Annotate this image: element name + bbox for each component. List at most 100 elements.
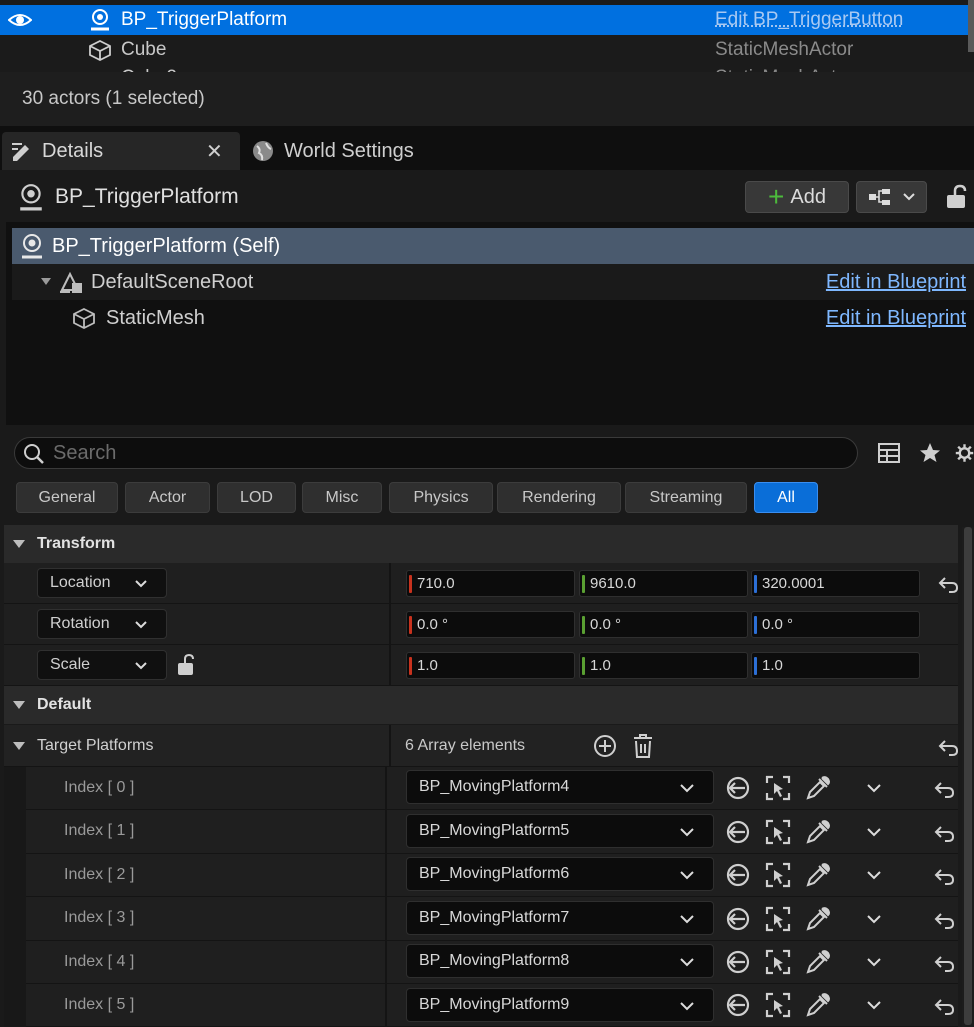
scale-x-field[interactable]: 1.0 (406, 652, 575, 679)
chevron-down-icon[interactable] (866, 914, 882, 924)
eyedropper-icon[interactable] (805, 949, 831, 975)
reset-to-default-icon[interactable] (937, 736, 959, 758)
blueprint-options-button[interactable] (856, 181, 927, 213)
rotation-mode-dropdown[interactable]: Rotation (37, 609, 167, 639)
browse-select-icon[interactable] (765, 819, 791, 845)
star-icon[interactable] (918, 441, 942, 465)
filter-all[interactable]: All (754, 482, 818, 513)
array-element-row: Index [ 4 ] BP_MovingPlatform8 (26, 941, 958, 984)
actor-name-field[interactable]: BP_TriggerPlatform (55, 185, 239, 209)
scrollbar-thumb[interactable] (964, 527, 972, 1025)
rotation-y-field[interactable]: 0.0 ° (579, 611, 748, 638)
filter-actor[interactable]: Actor (125, 482, 210, 513)
edit-in-blueprint-link[interactable]: Edit in Blueprint (826, 271, 966, 294)
chevron-down-icon[interactable] (866, 783, 882, 793)
use-selected-icon[interactable] (725, 775, 751, 801)
browse-select-icon[interactable] (765, 992, 791, 1018)
eyedropper-icon[interactable] (805, 862, 831, 888)
component-row-self[interactable]: BP_TriggerPlatform (Self) (12, 228, 974, 264)
chevron-down-icon[interactable] (866, 827, 882, 837)
eyedropper-icon[interactable] (805, 906, 831, 932)
value: 0.0 ° (417, 616, 449, 633)
selected-actor: BP_MovingPlatform4 (419, 778, 570, 795)
rotation-x-field[interactable]: 0.0 ° (406, 611, 575, 638)
filter-rendering[interactable]: Rendering (497, 482, 621, 513)
gear-icon[interactable] (955, 441, 974, 465)
location-z-field[interactable]: 320.0001 (751, 570, 920, 597)
use-selected-icon[interactable] (725, 862, 751, 888)
reset-to-default-icon[interactable] (933, 952, 955, 974)
scale-mode-dropdown[interactable]: Scale (37, 650, 167, 680)
location-mode-dropdown[interactable]: Location (37, 568, 167, 598)
reset-to-default-icon[interactable] (933, 822, 955, 844)
filter-lod[interactable]: LOD (217, 482, 296, 513)
component-row[interactable]: DefaultSceneRoot Edit in Blueprint (12, 264, 974, 300)
visibility-eye-icon[interactable] (8, 10, 32, 30)
rotation-z-field[interactable]: 0.0 ° (751, 611, 920, 638)
browse-select-icon[interactable] (765, 906, 791, 932)
reset-to-default-icon[interactable] (933, 865, 955, 887)
component-label: BP_TriggerPlatform (Self) (52, 234, 281, 257)
component-row[interactable]: StaticMesh Edit in Blueprint (12, 300, 974, 336)
filter-general[interactable]: General (16, 482, 118, 513)
reset-to-default-icon[interactable] (933, 778, 955, 800)
outliner-edit-link[interactable]: Edit BP_TriggerButton (715, 9, 903, 31)
section-transform[interactable]: Transform (4, 525, 958, 563)
reset-to-default-icon[interactable] (933, 909, 955, 931)
use-selected-icon[interactable] (725, 992, 751, 1018)
reset-to-default-icon[interactable] (937, 573, 959, 595)
tab-details[interactable]: Details ✕ (2, 132, 240, 170)
array-element-row: Index [ 5 ] BP_MovingPlatform9 (26, 984, 958, 1027)
unlock-icon[interactable] (176, 653, 198, 677)
actor-picker-dropdown[interactable]: BP_MovingPlatform4 (406, 770, 714, 804)
unlock-icon[interactable] (945, 184, 967, 210)
actor-picker-dropdown[interactable]: BP_MovingPlatform6 (406, 857, 714, 891)
outliner-scrollbar[interactable] (968, 0, 974, 52)
browse-select-icon[interactable] (765, 862, 791, 888)
expand-arrow-icon[interactable] (40, 277, 52, 287)
search-input[interactable] (53, 438, 843, 468)
tab-details-label: Details (42, 139, 104, 162)
actor-picker-dropdown[interactable]: BP_MovingPlatform7 (406, 901, 714, 935)
chevron-down-icon[interactable] (866, 870, 882, 880)
collapse-arrow-icon[interactable] (12, 700, 26, 710)
chevron-down-icon[interactable] (866, 957, 882, 967)
tab-world-settings[interactable]: World Settings (244, 132, 464, 170)
trash-icon[interactable] (632, 733, 654, 759)
eyedropper-icon[interactable] (805, 992, 831, 1018)
add-component-button[interactable]: + Add (745, 181, 849, 213)
browse-select-icon[interactable] (765, 949, 791, 975)
eyedropper-icon[interactable] (805, 775, 831, 801)
actor-picker-dropdown[interactable]: BP_MovingPlatform9 (406, 988, 714, 1022)
collapse-arrow-icon[interactable] (12, 741, 26, 751)
outliner-row-selected[interactable]: BP_TriggerPlatform Edit BP_TriggerButton (0, 5, 968, 35)
close-icon[interactable]: ✕ (206, 139, 223, 164)
chevron-down-icon[interactable] (866, 1000, 882, 1010)
location-x-field[interactable]: 710.0 (406, 570, 575, 597)
table-view-icon[interactable] (877, 441, 901, 465)
browse-select-icon[interactable] (765, 775, 791, 801)
reset-to-default-icon[interactable] (933, 995, 955, 1017)
use-selected-icon[interactable] (725, 949, 751, 975)
add-element-icon[interactable] (593, 734, 617, 758)
edit-in-blueprint-link[interactable]: Edit in Blueprint (826, 307, 966, 330)
pencil-icon (12, 143, 29, 161)
array-element-row: Index [ 1 ] BP_MovingPlatform5 (26, 810, 958, 854)
location-y-field[interactable]: 9610.0 (579, 570, 748, 597)
actor-picker-dropdown[interactable]: BP_MovingPlatform8 (406, 944, 714, 978)
use-selected-icon[interactable] (725, 906, 751, 932)
actor-picker-dropdown[interactable]: BP_MovingPlatform5 (406, 814, 714, 848)
property-label: Scale (50, 656, 91, 673)
details-scrollbar[interactable] (962, 527, 974, 1027)
filter-streaming[interactable]: Streaming (625, 482, 747, 513)
details-search[interactable] (14, 437, 858, 469)
filter-physics[interactable]: Physics (389, 482, 493, 513)
section-default[interactable]: Default (4, 686, 958, 724)
filter-misc[interactable]: Misc (302, 482, 382, 513)
collapse-arrow-icon[interactable] (12, 539, 26, 549)
scale-y-field[interactable]: 1.0 (579, 652, 748, 679)
scale-z-field[interactable]: 1.0 (751, 652, 920, 679)
outliner-row[interactable]: Cube StaticMeshActor (0, 35, 968, 65)
use-selected-icon[interactable] (725, 819, 751, 845)
eyedropper-icon[interactable] (805, 819, 831, 845)
